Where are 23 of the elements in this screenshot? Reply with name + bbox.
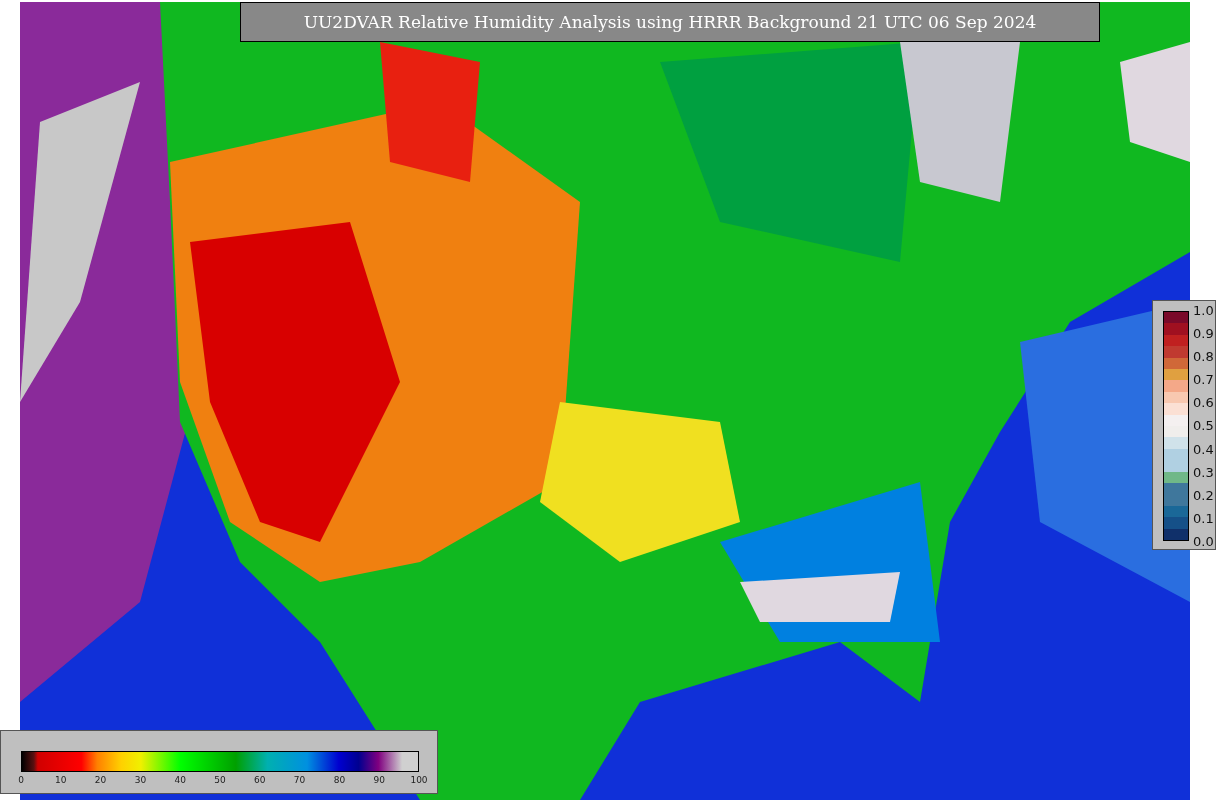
tick-label: 0.0 [1193, 533, 1214, 549]
tick-label: 90 [373, 775, 385, 785]
tick-label: 20 [94, 775, 107, 785]
tick-label: 0.4 [1193, 441, 1214, 457]
tick-label: 0 [18, 775, 24, 785]
tick-label: 1.0 [1193, 303, 1214, 318]
tick-label: 0.2 [1193, 487, 1214, 503]
tick-label: 0.8 [1193, 349, 1214, 365]
tick-label: 80 [333, 775, 346, 785]
map-title: UU2DVAR Relative Humidity Analysis using HRRR Background 21 UTC 06 Sep 2024 [240, 2, 1100, 42]
tick-label: 10 [55, 775, 67, 785]
tick-label: 30 [134, 775, 147, 785]
tick-label: 100 [410, 775, 428, 785]
tick-label: 60 [254, 775, 266, 785]
tick-label: 70 [293, 775, 306, 785]
tick-label: 50 [214, 775, 226, 785]
tick-label: 0.5 [1193, 418, 1214, 434]
tick-label: 0.7 [1193, 372, 1214, 388]
tick-label: 0.1 [1193, 510, 1214, 526]
tick-label: 0.6 [1193, 395, 1214, 411]
tick-label: 0.9 [1193, 326, 1214, 342]
tick-label: 0.3 [1193, 464, 1214, 480]
tick-label: 40 [174, 775, 186, 785]
